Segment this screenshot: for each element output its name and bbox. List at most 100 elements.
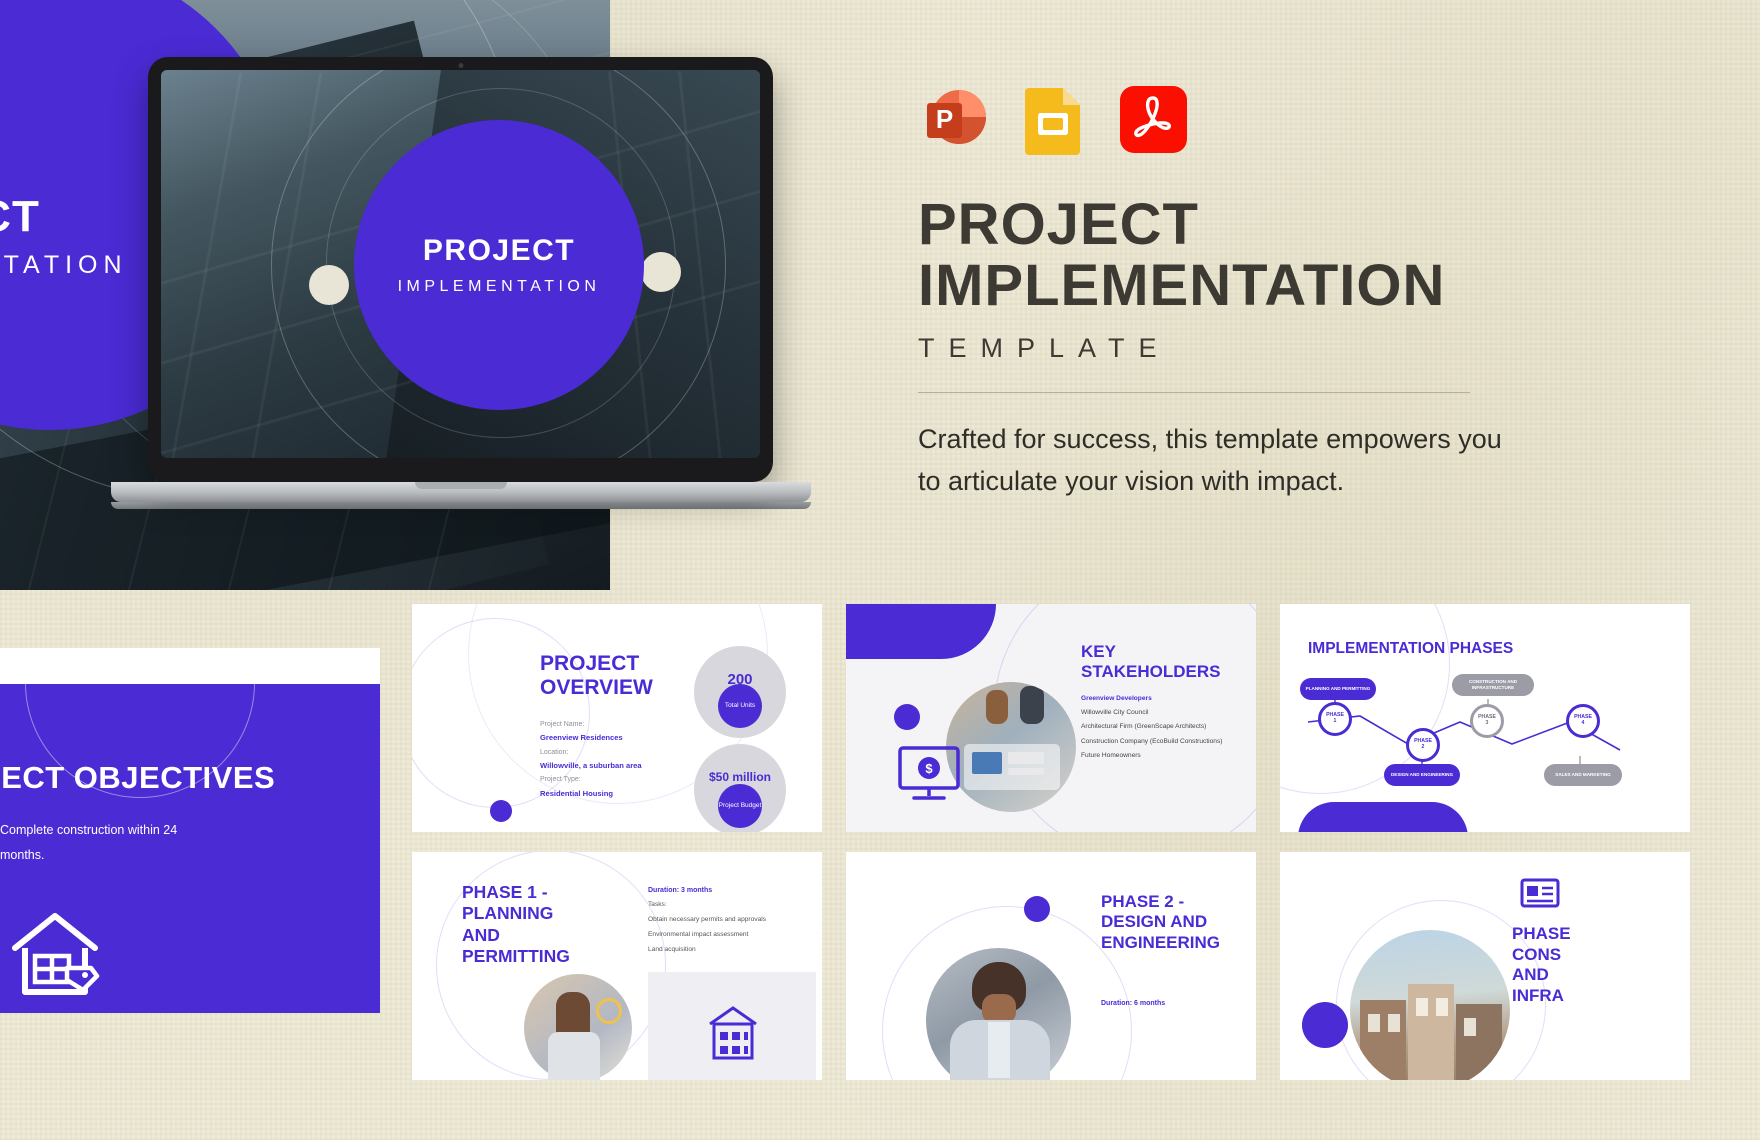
monitor-dollar-icon: $ <box>898 746 960 804</box>
stakeholders-title: KEY STAKEHOLDERS <box>1081 642 1220 682</box>
phase-node-4: PHASE 4 <box>1566 704 1600 738</box>
stakeholders-list: Greenview Developers Willowville City Co… <box>1081 692 1256 763</box>
header-panel: P PROJECT IMPLEMENTATION TEMPLATE Crafte… <box>918 82 1538 502</box>
phase2-title-line1: PHASE 2 - <box>1101 892 1185 911</box>
phase-pill-3: DESIGN AND ENGINEERING <box>1384 764 1460 786</box>
phase3-title: PHASE CONS AND INFRA <box>1512 924 1571 1007</box>
phase2-accent-dot <box>1024 896 1050 922</box>
stakeholders-title-line2: STAKEHOLDERS <box>1081 662 1221 682</box>
overview-detail-value-3: Residential Housing <box>540 788 613 798</box>
slide-phase-2[interactable]: PHASE 2 - DESIGN AND ENGINEERING Duratio… <box>846 852 1256 1080</box>
overview-stat-2-label: Project Budget <box>718 784 762 828</box>
page-canvas: PROJECT IMPLEMENTATION PROJECT <box>0 0 1760 1140</box>
phase2-title-line2: DESIGN AND <box>1101 912 1208 932</box>
overview-detail-value-1: Greenview Residences <box>540 733 623 743</box>
phase-pill-2: CONSTRUCTION AND INFRASTRUCTURE <box>1452 674 1534 696</box>
building-icon <box>702 1002 764 1064</box>
overview-detail-key-2: Location: <box>540 748 569 756</box>
svg-text:$: $ <box>925 761 933 776</box>
slide-implementation-phases[interactable]: IMPLEMENTATION PHASES PLANNING AND PERMI… <box>1280 604 1690 832</box>
page-description: Crafted for success, this template empow… <box>918 423 1502 496</box>
phase-pill-1: PLANNING AND PERMITTING <box>1300 678 1376 700</box>
stakeholders-photo <box>946 682 1076 812</box>
list-item: Future Homeowners <box>1081 751 1141 759</box>
powerpoint-icon[interactable]: P <box>918 82 993 157</box>
overview-stat-2-value: $50 million <box>708 770 772 785</box>
phase-node-2: PHASE 2 <box>1406 728 1440 762</box>
phase1-duration: Duration: 3 months <box>648 887 713 894</box>
overview-detail-key-1: Project Name: <box>540 721 585 728</box>
permit-document-icon <box>1520 876 1560 908</box>
phase2-photo <box>926 948 1071 1080</box>
phase-pill-4: SALES AND MARKETING <box>1544 764 1622 786</box>
overview-title-line2: OVERVIEW <box>540 676 653 700</box>
slide-phase-3[interactable]: PHASE CONS AND INFRA <box>1280 852 1690 1080</box>
list-item: Greenview Developers <box>1081 695 1152 702</box>
screen-purple-circle: PROJECT IMPLEMENTATION <box>354 120 644 410</box>
phase1-task-2: Environmental impact assessment <box>648 931 749 939</box>
phases-bottom-shape <box>1298 802 1468 832</box>
overview-detail-value-2: Willowville, a suburban area <box>540 761 642 771</box>
phase1-photo <box>524 974 632 1080</box>
screen-accent-dot-left <box>309 265 349 305</box>
pdf-icon[interactable] <box>1116 82 1191 157</box>
svg-text:P: P <box>936 104 953 134</box>
phase-node-3-num: 3 <box>1485 720 1489 726</box>
slide-project-overview[interactable]: PROJECT OVERVIEW Project Name: Greenview… <box>412 604 822 832</box>
phase1-title-line4: PERMITTING <box>462 946 570 967</box>
google-slides-icon[interactable] <box>1017 82 1092 157</box>
laptop-mockup: PROJECT IMPLEMENTATION <box>111 57 848 509</box>
laptop-foot <box>111 502 811 509</box>
phase-node-1-num: 1 <box>1333 718 1337 724</box>
list-item: Willowville City Council <box>1081 709 1149 717</box>
phase3-accent-dot <box>1302 1002 1348 1048</box>
laptop-camera-icon <box>458 63 463 68</box>
overview-accent-dot <box>490 800 512 822</box>
phase1-tasks-label: Tasks: <box>648 901 667 909</box>
overview-detail-key-3: Project Type: <box>540 776 581 784</box>
overview-stat-1-label: Total Units <box>718 684 762 728</box>
laptop-base <box>111 482 811 502</box>
objectives-title: PROJECT OBJECTIVES <box>0 760 276 795</box>
screen-accent-dot-right <box>641 252 681 292</box>
phase3-title-line3: AND <box>1512 965 1549 985</box>
list-item: Architectural Firm (GreenScape Architect… <box>1081 723 1207 731</box>
slide-phase-1[interactable]: PHASE 1 - PLANNING AND PERMITTING Durati… <box>412 852 822 1080</box>
slide-project-objectives[interactable]: PROJECT OBJECTIVES Create sustainable, e… <box>0 648 380 1013</box>
format-badges: P <box>918 82 1538 157</box>
phase1-title-line2: PLANNING <box>462 903 554 924</box>
phase1-title: PHASE 1 - PLANNING AND PERMITTING <box>462 882 570 967</box>
phase3-title-line1: PHASE <box>1512 924 1571 943</box>
screen-subtitle: IMPLEMENTATION <box>397 278 601 295</box>
overview-details: Project Name: Greenview Residences Locat… <box>540 718 710 801</box>
page-title-line2: IMPLEMENTATION <box>918 252 1446 318</box>
phase1-tasks: Duration: 3 months Tasks: Obtain necessa… <box>648 883 813 958</box>
laptop-lid: PROJECT IMPLEMENTATION <box>148 57 773 482</box>
objectives-item-2: Complete construction within 24 months. <box>0 823 178 862</box>
phase3-title-line2: CONS <box>1512 944 1562 964</box>
page-title: PROJECT IMPLEMENTATION <box>918 192 1538 318</box>
overview-title: PROJECT OVERVIEW <box>540 652 653 700</box>
phase-node-4-num: 4 <box>1581 720 1585 726</box>
slide-key-stakeholders[interactable]: KEY STAKEHOLDERS Greenview Developers Wi… <box>846 604 1256 832</box>
page-subtitle: TEMPLATE <box>918 332 1171 363</box>
page-title-line1: PROJECT <box>918 192 1199 257</box>
stakeholders-accent-dot <box>894 704 920 730</box>
phase1-title-line3: AND <box>462 924 500 945</box>
phase2-duration: Duration: 6 months <box>1101 1000 1166 1007</box>
stakeholders-title-line1: KEY <box>1081 642 1116 661</box>
laptop-trackpad-notch <box>415 482 507 489</box>
phase3-photo <box>1350 930 1510 1080</box>
phase-node-3: PHASE 3 <box>1470 704 1504 738</box>
laptop-screen: PROJECT IMPLEMENTATION <box>161 70 760 458</box>
phase2-title: PHASE 2 - DESIGN AND ENGINEERING <box>1101 892 1220 953</box>
phase1-task-1: Obtain necessary permits and approvals <box>648 916 767 924</box>
phase-node-1: PHASE 1 <box>1318 702 1352 736</box>
phase3-title-line4: INFRA <box>1512 986 1564 1006</box>
phase1-task-3: Land acquisition <box>648 945 696 953</box>
list-item: Construction Company (EcoBuild Construct… <box>1081 737 1223 745</box>
screen-title: PROJECT <box>422 234 576 267</box>
overview-title-line1: PROJECT <box>540 652 640 675</box>
phase2-title-line3: ENGINEERING <box>1101 932 1221 952</box>
phase-node-2-num: 2 <box>1421 744 1425 750</box>
